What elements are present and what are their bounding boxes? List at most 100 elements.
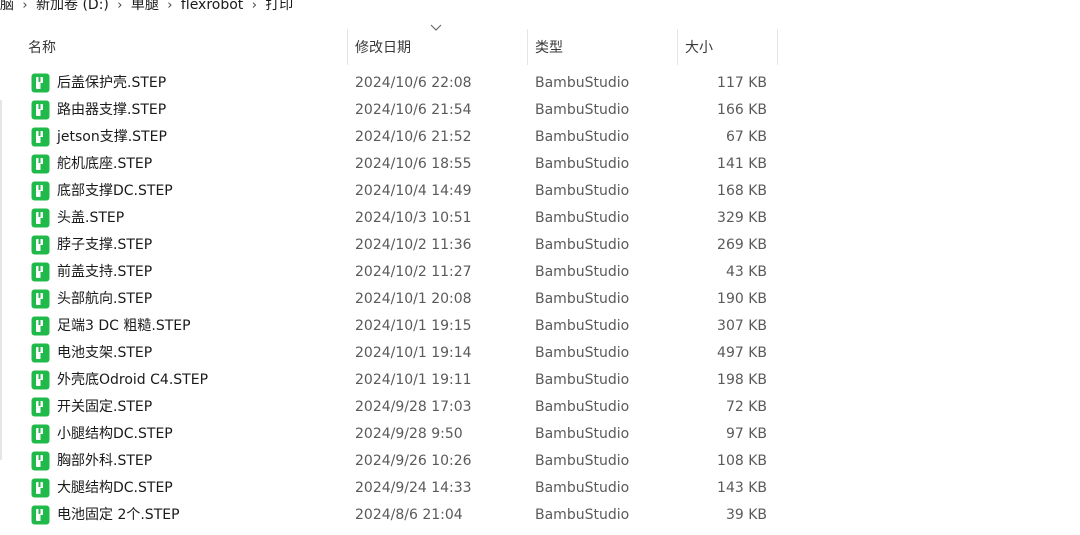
file-size: 269 KB bbox=[717, 237, 767, 253]
file-row[interactable]: 路由器支撑.STEP 2024/10/6 21:54 BambuStudio 166 … bbox=[20, 97, 778, 124]
column-header-size[interactable]: 大小 bbox=[677, 29, 777, 65]
file-row[interactable]: 开关固定.STEP 2024/9/28 17:03 BambuStudio 72 KB bbox=[20, 394, 778, 421]
file-type: BambuStudio bbox=[535, 75, 630, 91]
file-name: 前盖支持.STEP bbox=[57, 264, 153, 280]
bambu-step-file-icon bbox=[31, 154, 50, 174]
file-name: 足端3 DC 粗糙.STEP bbox=[57, 318, 191, 334]
file-type: BambuStudio bbox=[535, 237, 630, 253]
breadcrumb-segment-drive[interactable]: 新加卷 (D:) bbox=[36, 0, 109, 13]
breadcrumb-segment-current[interactable]: 打印 bbox=[265, 0, 293, 13]
file-type: BambuStudio bbox=[535, 453, 630, 469]
file-size: 143 KB bbox=[717, 480, 767, 496]
breadcrumb-separator-icon[interactable]: › bbox=[109, 0, 131, 13]
bambu-step-file-icon bbox=[31, 397, 50, 417]
file-modified-date: 2024/9/28 17:03 bbox=[355, 399, 472, 415]
file-row[interactable]: jetson支撑.STEP 2024/10/6 21:52 BambuStudio 6… bbox=[20, 124, 778, 151]
file-modified-date: 2024/10/3 10:51 bbox=[355, 210, 472, 226]
file-size: 166 KB bbox=[717, 102, 767, 118]
bambu-step-file-icon bbox=[31, 451, 50, 471]
breadcrumb-separator-icon[interactable]: › bbox=[159, 0, 181, 13]
breadcrumb: 脑 › 新加卷 (D:) › 单腿 › flexrobot › 打印 bbox=[0, 0, 1080, 16]
column-header-name[interactable]: 名称 bbox=[20, 29, 347, 65]
file-modified-date: 2024/10/6 21:54 bbox=[355, 102, 472, 118]
file-modified-date: 2024/10/2 11:36 bbox=[355, 237, 472, 253]
file-row[interactable]: 大腿结构DC.STEP 2024/9/24 14:33 BambuStudio 143… bbox=[20, 475, 778, 502]
file-modified-date: 2024/10/1 20:08 bbox=[355, 291, 472, 307]
file-row[interactable]: 头盖.STEP 2024/10/3 10:51 BambuStudio 329 KB bbox=[20, 205, 778, 232]
column-header-size-label: 大小 bbox=[685, 40, 713, 56]
file-explorer-window: 脑 › 新加卷 (D:) › 单腿 › flexrobot › 打印 名称 修改… bbox=[0, 0, 1080, 535]
file-modified-date: 2024/9/26 10:26 bbox=[355, 453, 472, 469]
breadcrumb-segment-pc[interactable]: 脑 bbox=[0, 0, 14, 13]
file-modified-date: 2024/10/6 22:08 bbox=[355, 75, 472, 91]
file-type: BambuStudio bbox=[535, 426, 630, 442]
file-row[interactable]: 小腿结构DC.STEP 2024/9/28 9:50 BambuStudio 97 K… bbox=[20, 421, 778, 448]
file-size: 497 KB bbox=[717, 345, 767, 361]
file-type: BambuStudio bbox=[535, 318, 630, 334]
file-size: 168 KB bbox=[717, 183, 767, 199]
file-row[interactable]: 电池固定 2个.STEP 2024/8/6 21:04 BambuStudio 39 … bbox=[20, 502, 778, 529]
bambu-step-file-icon bbox=[31, 127, 50, 147]
file-modified-date: 2024/10/1 19:14 bbox=[355, 345, 472, 361]
chevron-down-icon bbox=[430, 24, 442, 31]
breadcrumb-separator-icon[interactable]: › bbox=[14, 0, 36, 13]
file-name: 头盖.STEP bbox=[57, 210, 125, 226]
file-name: 大腿结构DC.STEP bbox=[57, 480, 173, 496]
file-size: 67 KB bbox=[725, 129, 767, 145]
bambu-step-file-icon bbox=[31, 478, 50, 498]
breadcrumb-segment-folder-1[interactable]: 单腿 bbox=[131, 0, 159, 13]
file-type: BambuStudio bbox=[535, 507, 630, 523]
file-name: jetson支撑.STEP bbox=[57, 129, 167, 145]
file-row[interactable]: 底部支撑DC.STEP 2024/10/4 14:49 BambuStudio 168… bbox=[20, 178, 778, 205]
file-modified-date: 2024/10/1 19:11 bbox=[355, 372, 472, 388]
file-name: 脖子支撑.STEP bbox=[57, 237, 153, 253]
file-size: 141 KB bbox=[717, 156, 767, 172]
file-size: 72 KB bbox=[725, 399, 767, 415]
file-type: BambuStudio bbox=[535, 264, 630, 280]
file-size: 329 KB bbox=[717, 210, 767, 226]
file-size: 117 KB bbox=[717, 75, 767, 91]
file-name: 胸部外科.STEP bbox=[57, 453, 153, 469]
file-type: BambuStudio bbox=[535, 102, 630, 118]
file-type: BambuStudio bbox=[535, 156, 630, 172]
bambu-step-file-icon bbox=[31, 289, 50, 309]
file-modified-date: 2024/10/6 18:55 bbox=[355, 156, 472, 172]
column-header-type-label: 类型 bbox=[535, 40, 563, 56]
file-row[interactable]: 外壳底Odroid C4.STEP 2024/10/1 19:11 BambuStu… bbox=[20, 367, 778, 394]
column-header-row: 名称 修改日期 类型 大小 bbox=[20, 24, 778, 65]
file-row[interactable]: 前盖支持.STEP 2024/10/2 11:27 BambuStudio 43 KB bbox=[20, 259, 778, 286]
bambu-step-file-icon bbox=[31, 73, 50, 93]
file-row[interactable]: 舵机底座.STEP 2024/10/6 18:55 BambuStudio 141 K… bbox=[20, 151, 778, 178]
bambu-step-file-icon bbox=[31, 100, 50, 120]
file-type: BambuStudio bbox=[535, 129, 630, 145]
bambu-step-file-icon bbox=[31, 505, 50, 525]
file-type: BambuStudio bbox=[535, 183, 630, 199]
file-modified-date: 2024/10/6 21:52 bbox=[355, 129, 472, 145]
file-type: BambuStudio bbox=[535, 372, 630, 388]
file-modified-date: 2024/10/2 11:27 bbox=[355, 264, 472, 280]
file-size: 39 KB bbox=[725, 507, 767, 523]
file-row[interactable]: 头部航向.STEP 2024/10/1 20:08 BambuStudio 190 K… bbox=[20, 286, 778, 313]
file-type: BambuStudio bbox=[535, 399, 630, 415]
file-row[interactable]: 后盖保护壳.STEP 2024/10/6 22:08 BambuStudio 117 … bbox=[20, 70, 778, 97]
file-size: 97 KB bbox=[725, 426, 767, 442]
bambu-step-file-icon bbox=[31, 235, 50, 255]
file-row[interactable]: 胸部外科.STEP 2024/9/26 10:26 BambuStudio 108 K… bbox=[20, 448, 778, 475]
breadcrumb-segment-folder-2[interactable]: flexrobot bbox=[181, 0, 243, 13]
file-modified-date: 2024/9/28 9:50 bbox=[355, 426, 463, 442]
file-type: BambuStudio bbox=[535, 291, 630, 307]
file-row[interactable]: 脖子支撑.STEP 2024/10/2 11:36 BambuStudio 269 K… bbox=[20, 232, 778, 259]
breadcrumb-separator-icon[interactable]: › bbox=[243, 0, 265, 13]
file-name: 后盖保护壳.STEP bbox=[57, 75, 167, 91]
file-size: 108 KB bbox=[717, 453, 767, 469]
column-header-modified[interactable]: 修改日期 bbox=[347, 29, 527, 65]
file-row[interactable]: 足端3 DC 粗糙.STEP 2024/10/1 19:15 BambuStudio… bbox=[20, 313, 778, 340]
file-size: 307 KB bbox=[717, 318, 767, 334]
column-divider[interactable] bbox=[777, 29, 778, 65]
file-modified-date: 2024/10/4 14:49 bbox=[355, 183, 472, 199]
column-header-type[interactable]: 类型 bbox=[527, 29, 677, 65]
navigation-pane-edge bbox=[0, 100, 2, 460]
file-row[interactable]: 电池支架.STEP 2024/10/1 19:14 BambuStudio 497 K… bbox=[20, 340, 778, 367]
column-header-modified-label: 修改日期 bbox=[355, 40, 411, 56]
file-size: 43 KB bbox=[725, 264, 767, 280]
